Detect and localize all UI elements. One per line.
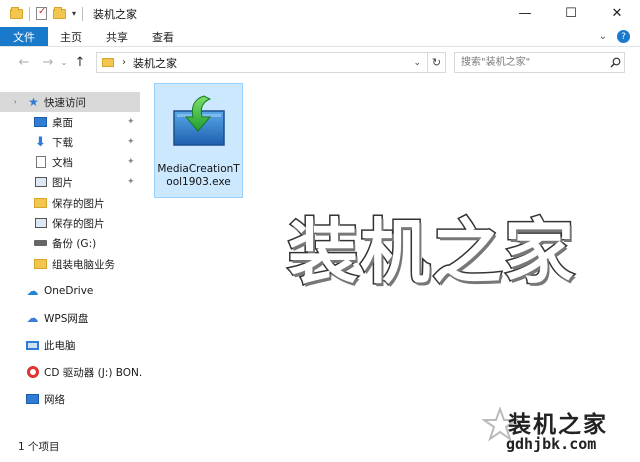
sidebar-item-backup-drive[interactable]: 备份 (G:) [0, 233, 140, 253]
picture-icon [34, 217, 47, 229]
sidebar-item-label: 下载 [52, 136, 73, 149]
title-bar: ▾ 装机之家 — ☐ ✕ [0, 0, 640, 27]
sidebar-item-pc-assembly[interactable]: 组装电脑业务 [0, 254, 140, 274]
tab-home[interactable]: 主页 [48, 27, 94, 46]
sidebar-item-saved-pictures[interactable]: 保存的图片 [0, 213, 140, 233]
navigation-bar: ← → ⌄ ↑ › 装机之家 ⌄ ↻ [0, 47, 640, 77]
item-count: 1 个项目 [18, 441, 60, 453]
folder-icon [102, 58, 114, 67]
folder-icon [34, 197, 47, 209]
new-folder-icon[interactable] [53, 6, 66, 19]
sidebar-item-documents[interactable]: 文档 ✦ [0, 152, 140, 172]
breadcrumb-chevron-icon[interactable]: › [122, 57, 126, 68]
sidebar-item-pictures[interactable]: 图片 ✦ [0, 172, 140, 192]
star-icon: ★ [28, 95, 39, 109]
properties-icon[interactable] [36, 6, 47, 20]
sidebar-item-network[interactable]: 网络 [0, 389, 140, 409]
file-name: MediaCreationTool1903.exe [157, 163, 240, 188]
sidebar-item-label: 保存的图片 [52, 197, 105, 210]
folder-icon[interactable] [10, 6, 23, 19]
status-bar: 1 个项目 [0, 431, 640, 462]
installer-icon [164, 93, 234, 153]
sidebar-item-this-pc[interactable]: 此电脑 [0, 335, 140, 355]
minimize-button[interactable]: — [502, 0, 548, 27]
toolbar-separator [82, 6, 84, 21]
cloud-icon: ☁ [26, 311, 39, 325]
sidebar-item-saved-pictures-folder[interactable]: 保存的图片 [0, 193, 140, 213]
search-icon[interactable] [606, 57, 624, 68]
sidebar-item-label: 桌面 [52, 116, 73, 129]
folder-icon [34, 258, 47, 270]
sidebar-item-label: 网络 [44, 393, 65, 406]
tab-file[interactable]: 文件 [0, 27, 48, 46]
toolbar-separator [29, 6, 30, 21]
sidebar-item-label: CD 驱动器 (J:) BON. [44, 366, 143, 379]
tab-view[interactable]: 查看 [140, 27, 186, 46]
recent-locations-button[interactable]: ⌄ [58, 52, 70, 72]
sidebar-item-label: 文档 [52, 156, 73, 169]
sidebar-item-onedrive[interactable]: ☁ OneDrive [0, 281, 140, 301]
download-icon: ⬇ [35, 134, 46, 150]
sidebar-item-label: OneDrive [44, 285, 94, 297]
watermark-text: 装机之家 [287, 210, 576, 295]
breadcrumb[interactable]: 装机之家 [133, 55, 177, 71]
search-box [454, 52, 625, 73]
quick-access-toolbar: ▾ [0, 0, 84, 27]
cloud-icon: ☁ [26, 284, 39, 298]
picture-icon [34, 176, 47, 188]
expand-chevron-icon[interactable]: › [14, 98, 17, 106]
sidebar-item-downloads[interactable]: ⬇ 下载 ✦ [0, 132, 140, 152]
desktop-icon [34, 116, 47, 128]
ribbon-expand-icon[interactable]: ⌄ [599, 31, 607, 42]
ribbon-tabs: 文件 主页 共享 查看 ⌄ ? [0, 27, 640, 47]
sidebar-item-desktop[interactable]: 桌面 ✦ [0, 112, 140, 132]
address-dropdown-icon[interactable]: ⌄ [413, 58, 421, 68]
pin-icon[interactable]: ✦ [127, 117, 135, 127]
up-button[interactable]: ↑ [70, 52, 90, 72]
sidebar-item-label: 备份 (G:) [52, 237, 97, 250]
cd-icon [26, 366, 39, 378]
computer-icon [26, 339, 39, 351]
drive-icon [34, 237, 47, 249]
customize-toolbar-icon[interactable]: ▾ [72, 9, 76, 18]
search-input[interactable] [455, 53, 606, 72]
navigation-pane: › ★ 快速访问 桌面 ✦ ⬇ 下载 ✦ 文档 ✦ 图片 ✦ 保存的图片 保存的… [0, 89, 143, 431]
window-title: 装机之家 [93, 7, 138, 21]
sidebar-item-label: WPS网盘 [44, 312, 89, 325]
network-icon [26, 393, 39, 405]
pin-icon[interactable]: ✦ [127, 177, 135, 187]
sidebar-item-quick-access[interactable]: › ★ 快速访问 [0, 92, 140, 112]
window-controls: — ☐ ✕ [502, 0, 640, 27]
sidebar-item-label: 组装电脑业务 [52, 258, 115, 271]
file-item[interactable]: MediaCreationTool1903.exe [154, 83, 243, 198]
forward-button[interactable]: → [38, 52, 58, 72]
sidebar-item-label: 保存的图片 [52, 217, 105, 230]
close-button[interactable]: ✕ [594, 0, 640, 27]
maximize-button[interactable]: ☐ [548, 0, 594, 27]
pin-icon[interactable]: ✦ [127, 137, 135, 147]
address-bar[interactable]: › 装机之家 ⌄ [96, 52, 428, 73]
sidebar-item-cd-drive[interactable]: CD 驱动器 (J:) BON. [0, 362, 143, 382]
refresh-button[interactable]: ↻ [428, 52, 446, 73]
tab-share[interactable]: 共享 [94, 27, 140, 46]
sidebar-item-label: 快速访问 [44, 96, 86, 109]
sidebar-item-label: 图片 [52, 176, 73, 189]
back-button[interactable]: ← [14, 52, 34, 72]
sidebar-item-wps-drive[interactable]: ☁ WPS网盘 [0, 308, 140, 328]
pin-icon[interactable]: ✦ [127, 157, 135, 167]
sidebar-item-label: 此电脑 [44, 339, 76, 352]
help-icon[interactable]: ? [617, 30, 630, 43]
document-icon [34, 156, 47, 168]
